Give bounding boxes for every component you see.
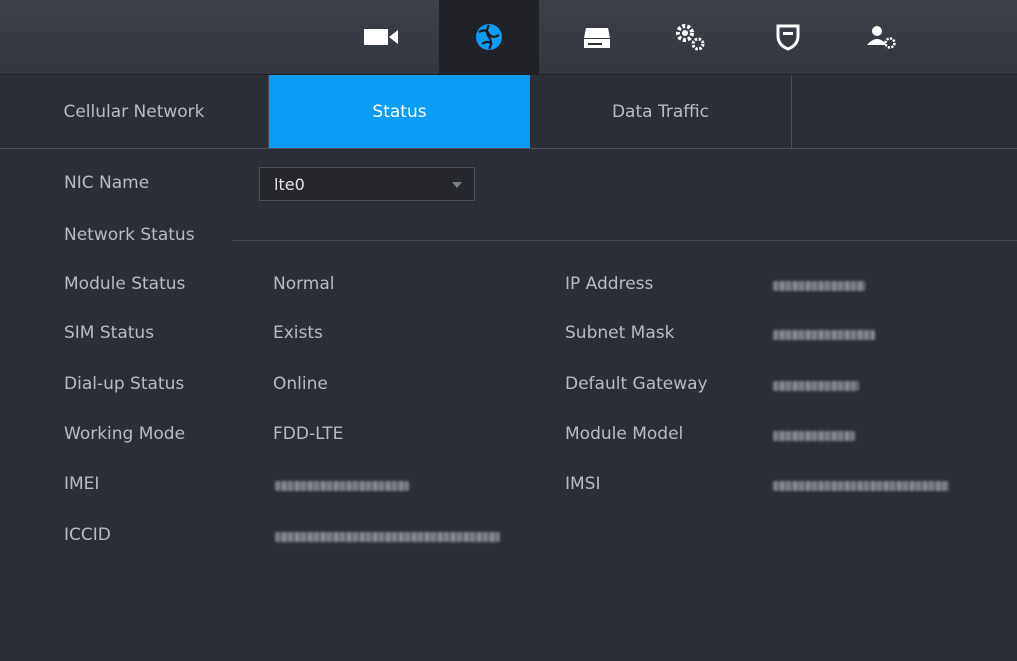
section-divider — [232, 240, 1017, 241]
module-model-label: Module Model — [565, 424, 684, 444]
top-navigation-bar — [0, 0, 1017, 75]
network-status-heading: Network Status — [64, 225, 195, 245]
camera-icon[interactable] — [331, 0, 431, 74]
default-gateway-label: Default Gateway — [565, 374, 708, 394]
module-status-value: Normal — [273, 274, 335, 294]
cellular-status-page: Cellular Network Status Data Traffic NIC… — [0, 0, 1017, 661]
subnet-mask-label: Subnet Mask — [565, 323, 675, 343]
imsi-value-redacted — [773, 481, 949, 491]
dialup-status-label: Dial-up Status — [64, 374, 185, 394]
system-gears-icon[interactable] — [640, 0, 740, 74]
dialup-status-value: Online — [273, 374, 328, 394]
imei-label: IMEI — [64, 474, 100, 494]
sim-status-value: Exists — [273, 323, 323, 343]
nic-name-dropdown[interactable]: lte0 — [259, 167, 475, 201]
account-settings-icon[interactable] — [832, 0, 932, 74]
default-gateway-value-redacted — [773, 381, 859, 391]
tab-data-traffic[interactable]: Data Traffic — [530, 75, 792, 148]
nic-name-label: NIC Name — [64, 173, 150, 193]
storage-icon[interactable] — [547, 0, 647, 74]
security-shield-icon[interactable] — [738, 0, 838, 74]
imei-value-redacted — [275, 481, 409, 491]
network-globe-icon[interactable] — [439, 0, 539, 74]
chevron-down-icon — [452, 182, 462, 188]
sim-status-label: SIM Status — [64, 323, 155, 343]
tab-bar: Cellular Network Status Data Traffic — [0, 75, 1017, 149]
working-mode-value: FDD-LTE — [273, 424, 344, 444]
working-mode-label: Working Mode — [64, 424, 186, 444]
module-model-value-redacted — [773, 431, 855, 441]
iccid-value-redacted — [275, 532, 500, 542]
tab-status[interactable]: Status — [269, 75, 530, 148]
nic-name-value: lte0 — [274, 174, 305, 194]
tab-cellular-network[interactable]: Cellular Network — [0, 75, 269, 148]
ip-address-label: IP Address — [565, 274, 654, 294]
iccid-label: ICCID — [64, 525, 111, 545]
subnet-mask-value-redacted — [773, 330, 875, 340]
imsi-label: IMSI — [565, 474, 601, 494]
module-status-label: Module Status — [64, 274, 186, 294]
ip-address-value-redacted — [773, 281, 865, 291]
